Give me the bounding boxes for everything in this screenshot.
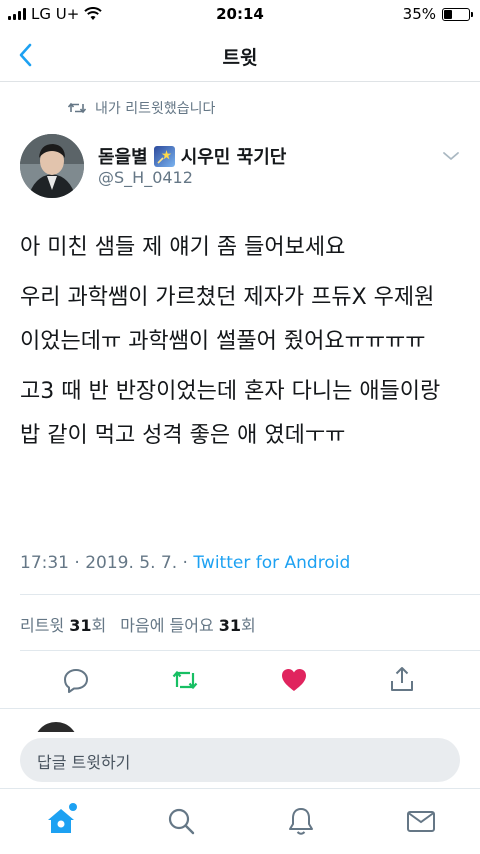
page-title: 트윗 [222,47,258,69]
avatar-photo [20,134,84,198]
tweet-stats: 리트윗 31회 마음에 들어요 31회 [20,612,256,636]
retweet-unit: 회 [91,616,107,635]
messages-icon [407,811,435,832]
status-right: 35% [402,5,473,23]
retweet-icon[interactable] [171,666,199,694]
tweet-actions [0,660,480,700]
status-bar: LG U+ 20:14 35% [0,0,480,28]
tweet-text: 아 미친 샘들 제 얘기 좀 들어보세요 우리 과학쌤이 가르쳤던 제자가 프듀… [20,226,465,464]
retweet-icon [68,102,86,114]
like-stat[interactable]: 마음에 들어요 31회 [120,612,256,636]
avatar[interactable] [20,134,84,198]
tweet-timestamp: 17:31 · 2019. 5. 7. · [20,553,194,573]
tab-home[interactable] [45,803,77,837]
author-handle: @S_H_0412 [98,168,193,187]
search-icon [168,808,195,835]
tweet-paragraph: 아 미친 샘들 제 얘기 좀 들어보세요 [20,235,346,260]
battery-percent: 35% [402,5,436,23]
tweet-client-link[interactable]: Twitter for Android [193,553,350,573]
notifications-icon [289,808,313,835]
tweet-meta: 17:31 · 2019. 5. 7. · Twitter for Androi… [20,553,350,573]
divider [20,594,480,595]
author-name[interactable]: 돋을별 시우민 꾹기단 [98,143,286,169]
tab-messages[interactable] [405,805,437,837]
share-icon[interactable] [388,665,416,693]
retweet-count: 31 [69,616,92,635]
like-unit: 회 [241,616,256,635]
retweet-context[interactable]: 내가 리트윗했습니다 [68,98,215,118]
like-count: 31 [218,616,242,635]
battery-icon [442,7,473,21]
retweet-context-label: 내가 리트윗했습니다 [95,101,216,117]
retweet-stat-label: 리트윗 [20,616,65,635]
reply-input[interactable]: 답글 트윗하기 [20,738,460,782]
notification-dot [69,803,77,811]
reply-icon[interactable] [62,666,90,694]
tab-bar [0,788,480,854]
shooting-star-icon [153,145,175,167]
like-icon[interactable] [280,666,308,694]
tweet-paragraph: 고3 때 반 반장이었는데 혼자 다니는 애들이랑 밥 같이 먹고 성격 좋은 … [20,379,441,448]
tweet-paragraph: 우리 과학쌤이 가르쳤던 제자가 프듀X 우제원 이었는데ㅠ 과학쌤이 썰풀어 … [20,285,435,354]
retweet-stat[interactable]: 리트윗 31회 [20,612,106,636]
next-reply-peek [0,712,480,732]
navigation-bar: 트윗 [0,28,480,82]
chevron-down-icon[interactable] [442,150,460,162]
author-name-prefix: 돋을별 [98,147,148,168]
like-stat-label: 마음에 들어요 [120,616,214,635]
tab-search[interactable] [165,805,197,837]
battery-fill [444,9,453,19]
author-name-suffix: 시우민 꾹기단 [180,147,287,168]
reply-placeholder: 답글 트윗하기 [37,753,131,772]
avatar [34,722,78,732]
divider [0,708,480,709]
divider [20,650,480,651]
tab-notifications[interactable] [285,805,317,837]
